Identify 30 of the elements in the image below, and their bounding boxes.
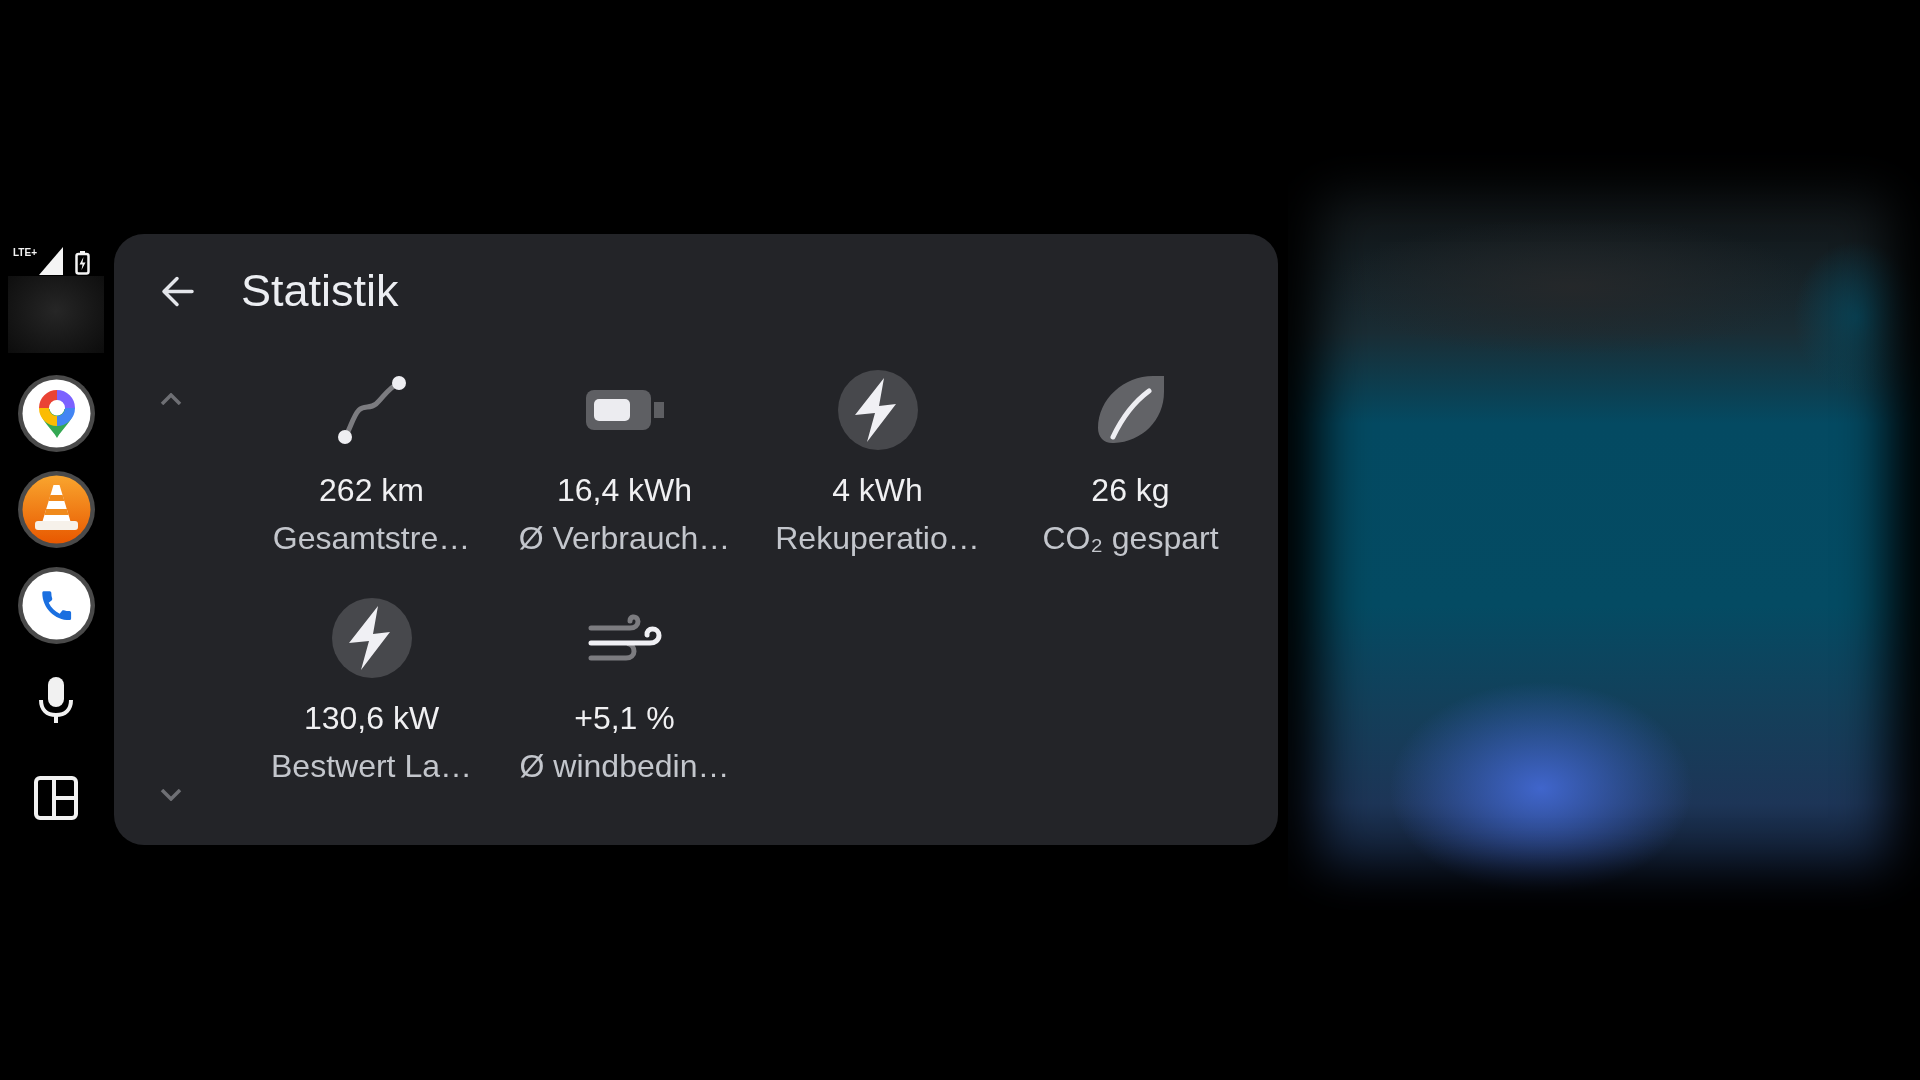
network-label: LTE+ bbox=[13, 247, 37, 259]
stat-label: Ø windbedin… bbox=[519, 747, 730, 786]
battery-charging-icon bbox=[75, 251, 90, 275]
lightning-icon bbox=[331, 598, 412, 678]
microphone-icon[interactable] bbox=[38, 677, 74, 723]
stat-value: 4 kWh bbox=[832, 471, 923, 510]
stat-label: Bestwert La… bbox=[271, 747, 472, 786]
chevron-down-icon[interactable] bbox=[160, 789, 182, 801]
lightning-icon bbox=[837, 370, 918, 450]
signal-icon bbox=[39, 247, 63, 275]
stat-value: 262 km bbox=[319, 471, 424, 510]
layout-icon[interactable] bbox=[34, 776, 78, 820]
phone-icon[interactable] bbox=[17, 567, 95, 644]
stat-value: +5,1 % bbox=[574, 699, 675, 738]
battery-icon bbox=[585, 390, 664, 430]
route-icon bbox=[335, 374, 408, 446]
chevron-up-icon[interactable] bbox=[160, 393, 182, 405]
traffic-cone-icon[interactable] bbox=[17, 471, 95, 548]
stat-value: 130,6 kW bbox=[303, 699, 440, 738]
map-pin-icon[interactable] bbox=[17, 375, 95, 452]
back-arrow-icon[interactable] bbox=[161, 274, 194, 308]
stat-label: Gesamtstre… bbox=[272, 519, 471, 558]
stat-value: 16,4 kWh bbox=[556, 471, 693, 510]
stat-label: Rekuperatio… bbox=[775, 519, 980, 558]
wind-icon bbox=[587, 614, 662, 662]
stat-label: CO₂ gespart bbox=[1042, 519, 1219, 558]
leaf-icon bbox=[1097, 376, 1164, 444]
stat-label: Ø Verbrauch… bbox=[518, 519, 731, 558]
page-title: Statistik bbox=[241, 269, 399, 313]
stat-value: 26 kg bbox=[1091, 471, 1170, 510]
